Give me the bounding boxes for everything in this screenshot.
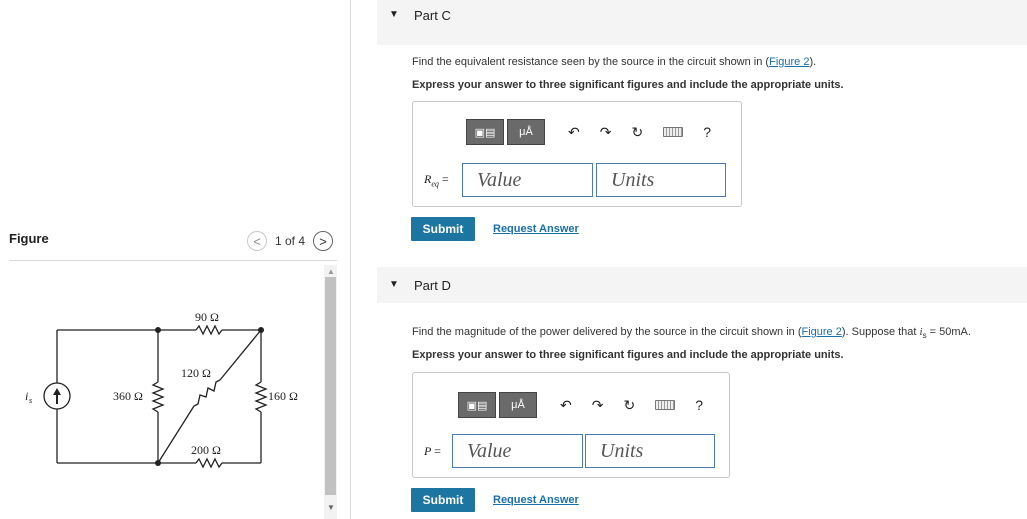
- undo-icon[interactable]: ↶: [568, 124, 580, 141]
- value-input[interactable]: Value: [462, 163, 593, 197]
- value-input[interactable]: Value: [452, 434, 583, 468]
- figure-link[interactable]: Figure 2: [802, 326, 842, 338]
- part-c-title: Part C: [414, 8, 451, 23]
- units-input[interactable]: Units: [585, 434, 715, 468]
- expand-arrow-icon[interactable]: ▼: [389, 9, 399, 20]
- figure-page-count: 1 of 4: [275, 234, 306, 248]
- expand-arrow-icon[interactable]: ▼: [389, 279, 399, 290]
- r-eq-label: Req =: [424, 172, 449, 189]
- keyboard-icon[interactable]: [655, 400, 676, 410]
- submit-button[interactable]: Submit: [411, 217, 475, 241]
- r-90-label: 90 Ω: [195, 310, 219, 324]
- templates-icon[interactable]: ▣▤: [466, 119, 504, 145]
- figure-panel: Figure < 1 of 4 > i s 90 Ω 120 Ω 360 Ω 1…: [0, 0, 350, 519]
- panel-divider: [350, 0, 351, 519]
- r-200-label: 200 Ω: [191, 443, 221, 457]
- part-d-toolbar: ▣▤ μÅ ↶ ↷ ↻ ?: [458, 392, 703, 418]
- source-label: i: [25, 389, 28, 403]
- units-input[interactable]: Units: [596, 163, 726, 197]
- redo-icon[interactable]: ↷: [600, 124, 612, 141]
- reset-icon[interactable]: ↻: [623, 397, 635, 414]
- figure-link[interactable]: Figure 2: [769, 56, 809, 68]
- source-sub: s: [29, 396, 32, 405]
- redo-icon[interactable]: ↷: [592, 397, 604, 414]
- undo-icon[interactable]: ↶: [560, 397, 572, 414]
- figure-pager: < 1 of 4 >: [247, 231, 334, 251]
- keyboard-icon[interactable]: [663, 127, 684, 137]
- part-d-header[interactable]: [377, 267, 1027, 303]
- submit-button[interactable]: Submit: [411, 488, 475, 512]
- scroll-thumb[interactable]: [325, 277, 336, 495]
- r-160-label: 160 Ω: [268, 389, 298, 403]
- reset-icon[interactable]: ↻: [631, 124, 643, 141]
- circuit-diagram: i s 90 Ω 120 Ω 360 Ω 160 Ω 200 Ω: [25, 310, 298, 469]
- figure-divider: [9, 260, 337, 261]
- part-c-header[interactable]: [377, 0, 1027, 45]
- figure-label: Figure: [9, 231, 49, 246]
- part-c-instruction: Express your answer to three significant…: [412, 79, 844, 91]
- p-label: P =: [424, 444, 441, 458]
- part-d-question: Find the magnitude of the power delivere…: [412, 326, 971, 341]
- scroll-up-icon[interactable]: ▲: [327, 267, 335, 276]
- templates-icon[interactable]: ▣▤: [458, 392, 496, 418]
- request-answer-link[interactable]: Request Answer: [493, 494, 579, 506]
- r-120-label: 120 Ω: [181, 366, 211, 380]
- help-icon[interactable]: ?: [703, 124, 711, 140]
- part-d-instruction: Express your answer to three significant…: [412, 349, 844, 361]
- r-360-label: 360 Ω: [113, 389, 143, 403]
- part-c-toolbar: ▣▤ μÅ ↶ ↷ ↻ ?: [466, 119, 711, 145]
- units-icon[interactable]: μÅ: [507, 119, 545, 145]
- request-answer-link[interactable]: Request Answer: [493, 223, 579, 235]
- scroll-down-icon[interactable]: ▼: [327, 503, 335, 512]
- part-d-title: Part D: [414, 278, 451, 293]
- part-c-question: Find the equivalent resistance seen by t…: [412, 56, 817, 68]
- help-icon[interactable]: ?: [695, 397, 703, 413]
- units-icon[interactable]: μÅ: [499, 392, 537, 418]
- chevron-right-icon[interactable]: >: [313, 231, 334, 251]
- chevron-left-icon[interactable]: <: [247, 231, 267, 251]
